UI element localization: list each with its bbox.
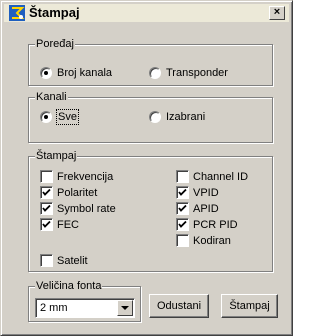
checkbox[interactable]	[176, 218, 189, 231]
checkbox-label: Satelit	[57, 255, 88, 267]
checkbox-label: APID	[193, 203, 219, 215]
check-icon	[42, 188, 51, 196]
font-size-select[interactable]: 2 mm	[35, 298, 135, 318]
check-icon	[42, 220, 51, 228]
font-size-group: Veličina fonta 2 mm	[28, 280, 141, 322]
print-button[interactable]: Štampaj	[221, 294, 278, 318]
checkbox[interactable]	[40, 170, 53, 183]
sort-legend: Poređaj	[35, 38, 75, 50]
app-icon	[9, 5, 25, 21]
font-size-legend: Veličina fonta	[35, 280, 103, 292]
checkbox[interactable]	[40, 186, 53, 199]
checkbox-label: Kodiran	[193, 235, 231, 247]
window-title: Štampaj	[29, 5, 80, 20]
radio-label: Izabrani	[166, 111, 206, 123]
print-dialog: Štampaj × Poređaj Broj kanala Transponde…	[0, 0, 293, 336]
check-icon	[178, 220, 187, 228]
cancel-button[interactable]: Odustani	[149, 294, 209, 318]
font-size-value: 2 mm	[40, 302, 68, 314]
check-icon	[178, 204, 187, 212]
radio-button[interactable]	[40, 111, 52, 123]
check-icon	[42, 204, 51, 212]
checkbox-label: Polaritet	[57, 187, 98, 199]
radio-label: Sve	[56, 109, 79, 125]
radio-label: Broj kanala	[57, 67, 113, 79]
checkbox-label: PCR PID	[193, 219, 238, 231]
channels-legend: Kanali	[35, 91, 68, 103]
checkbox-label: FEC	[57, 219, 79, 231]
checkbox[interactable]	[176, 234, 189, 247]
check-icon	[178, 188, 187, 196]
checkbox[interactable]	[40, 202, 53, 215]
checkbox-label: Channel ID	[193, 171, 249, 183]
checkbox[interactable]	[176, 170, 189, 183]
checkbox-label: VPID	[193, 187, 219, 199]
close-icon: ×	[273, 6, 281, 18]
print-options-group: Štampaj Frekvencija Polaritet Symbol rat…	[28, 150, 273, 272]
checkbox-label: Frekvencija	[57, 171, 114, 183]
radio-button[interactable]	[149, 67, 161, 79]
dropdown-button[interactable]	[117, 300, 133, 316]
chevron-down-icon	[121, 306, 129, 310]
checkbox[interactable]	[176, 202, 189, 215]
radio-button[interactable]	[149, 111, 161, 123]
print-options-legend: Štampaj	[35, 150, 78, 162]
sort-group: Poređaj Broj kanala Transponder	[28, 38, 273, 86]
checkbox[interactable]	[176, 186, 189, 199]
close-button[interactable]: ×	[269, 6, 285, 20]
channels-group: Kanali Sve Izabrani	[28, 91, 273, 143]
checkbox-label: Symbol rate	[57, 203, 116, 215]
checkbox[interactable]	[40, 218, 53, 231]
radio-label: Transponder	[166, 67, 228, 79]
title-bar[interactable]: Štampaj ×	[4, 4, 289, 22]
radio-button[interactable]	[40, 67, 52, 79]
checkbox[interactable]	[40, 254, 53, 267]
